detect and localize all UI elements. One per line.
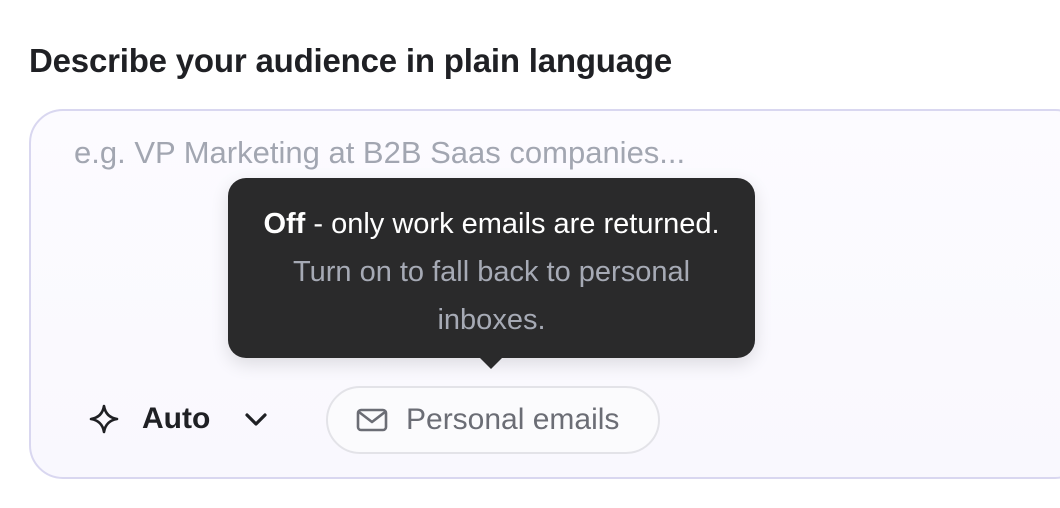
tooltip-text-secondary: Turn on to fall back to personal inboxes… [292, 256, 691, 336]
mail-icon [355, 403, 389, 437]
mode-select-label: Auto [142, 402, 211, 435]
mode-select-button[interactable]: Auto [88, 394, 270, 444]
section-heading: Describe your audience in plain language [29, 42, 673, 79]
personal-emails-tooltip: Off - only work emails are returned. Tur… [228, 178, 755, 358]
personal-emails-toggle[interactable]: Personal emails [326, 386, 660, 454]
chevron-down-icon [242, 405, 270, 433]
personal-emails-label: Personal emails [406, 403, 620, 436]
sparkle-icon [88, 403, 120, 435]
tooltip-arrow [478, 356, 504, 369]
tooltip-text-primary: - only work emails are returned. [305, 208, 720, 240]
audience-description-input[interactable] [74, 135, 974, 171]
tooltip-state: Off [263, 208, 306, 240]
